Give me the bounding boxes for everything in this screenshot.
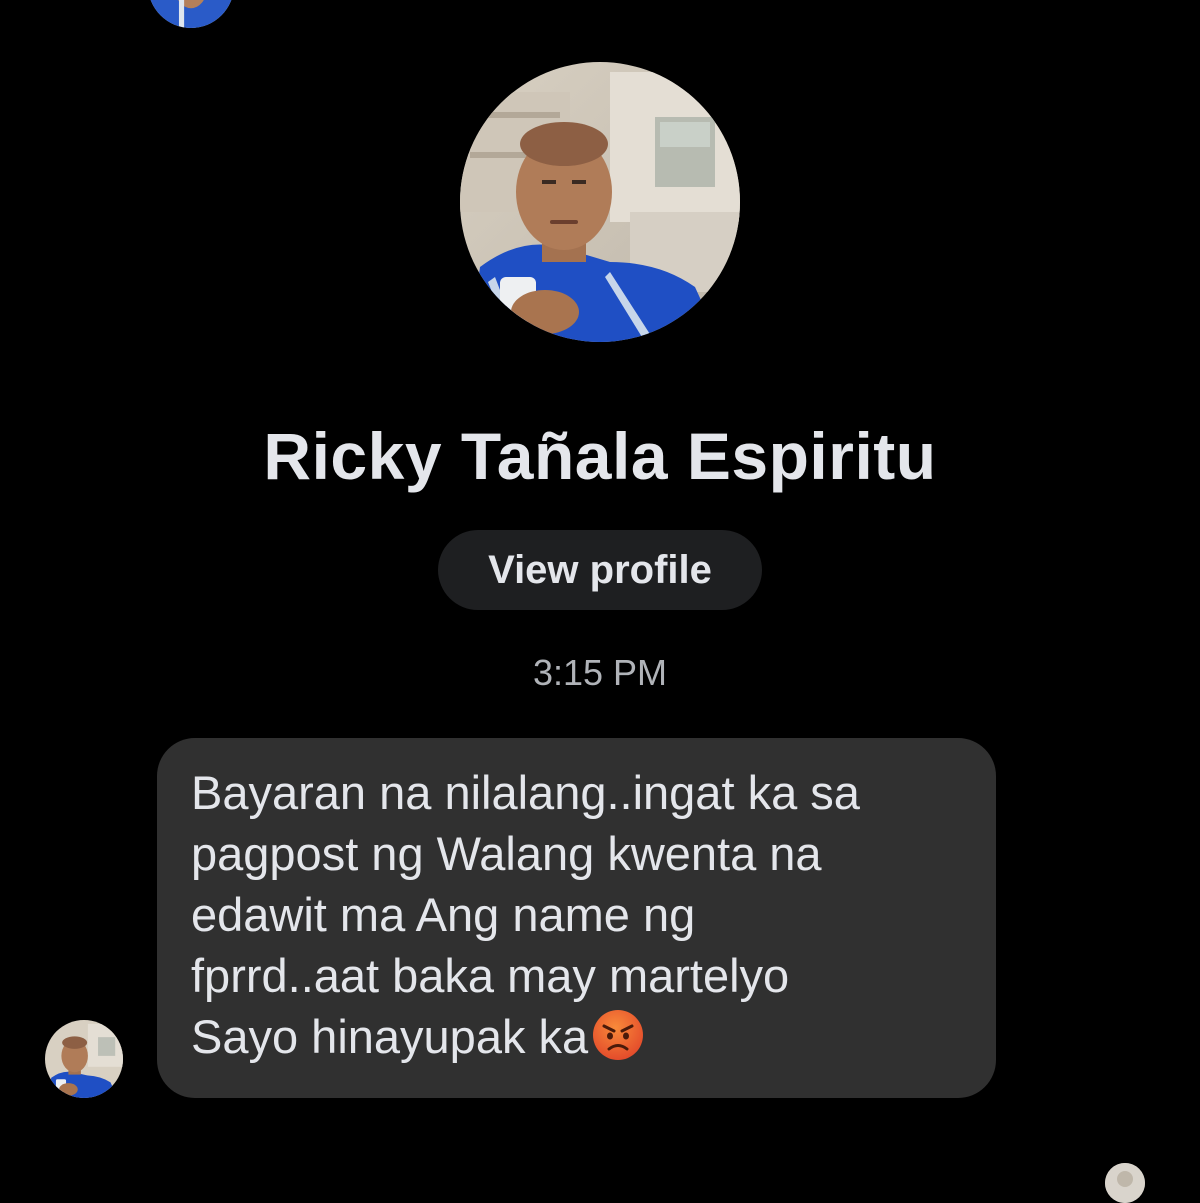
view-profile-button[interactable]: View profile [438,530,762,610]
message-timestamp: 3:15 PM [532,652,668,693]
profile-photo-icon [45,1020,123,1098]
profile-photo-icon [148,0,234,28]
profile-photo-icon [460,62,740,342]
profile-avatar[interactable] [460,62,740,342]
contact-name: Ricky Tañala Espiritu [263,419,937,493]
message-text-line: Sayo hinayupak ka [191,1010,589,1063]
message-last-line: Sayo hinayupak ka [191,1006,966,1067]
message-text-line: edawit ma Ang name ng [191,888,696,941]
message-text-line: Bayaran na nilalang..ingat ka sa [191,766,860,819]
profile-photo-icon [1105,1163,1145,1203]
next-message-avatar[interactable] [1105,1163,1145,1203]
message-text-line: fprrd..aat baka may martelyo [191,949,790,1002]
previous-message-avatar[interactable] [148,0,234,28]
angry-face-emoji-icon [593,1010,644,1060]
message-bubble[interactable]: Bayaran na nilalang..ingat ka sa pagpost… [157,738,996,1098]
sender-avatar[interactable] [45,1020,123,1098]
message-text-line: pagpost ng Walang kwenta na [191,827,822,880]
